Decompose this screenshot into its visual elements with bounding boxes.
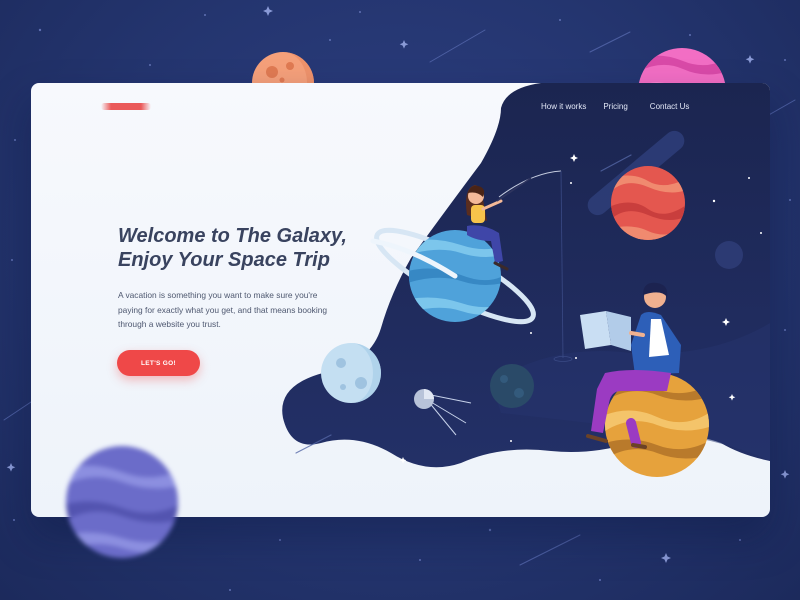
- logo-mark[interactable]: [101, 103, 151, 110]
- nav-link-pricing[interactable]: Pricing: [603, 102, 627, 111]
- hero-title: Welcome to The Galaxy, Enjoy Your Space …: [118, 224, 378, 272]
- hero-title-line-2: Enjoy Your Space Trip: [118, 249, 330, 271]
- hero-description: A vacation is something you want to make…: [118, 290, 328, 329]
- top-navigation: How it works Pricing Contact Us: [541, 102, 689, 111]
- purple-planet-illustration: [66, 446, 178, 558]
- nav-link-contact-us[interactable]: Contact Us: [650, 102, 690, 111]
- hero-title-line-1: Welcome to The Galaxy,: [118, 225, 347, 247]
- nav-link-how-it-works[interactable]: How it works: [541, 102, 586, 111]
- lets-go-button[interactable]: LET'S GO!: [117, 350, 200, 376]
